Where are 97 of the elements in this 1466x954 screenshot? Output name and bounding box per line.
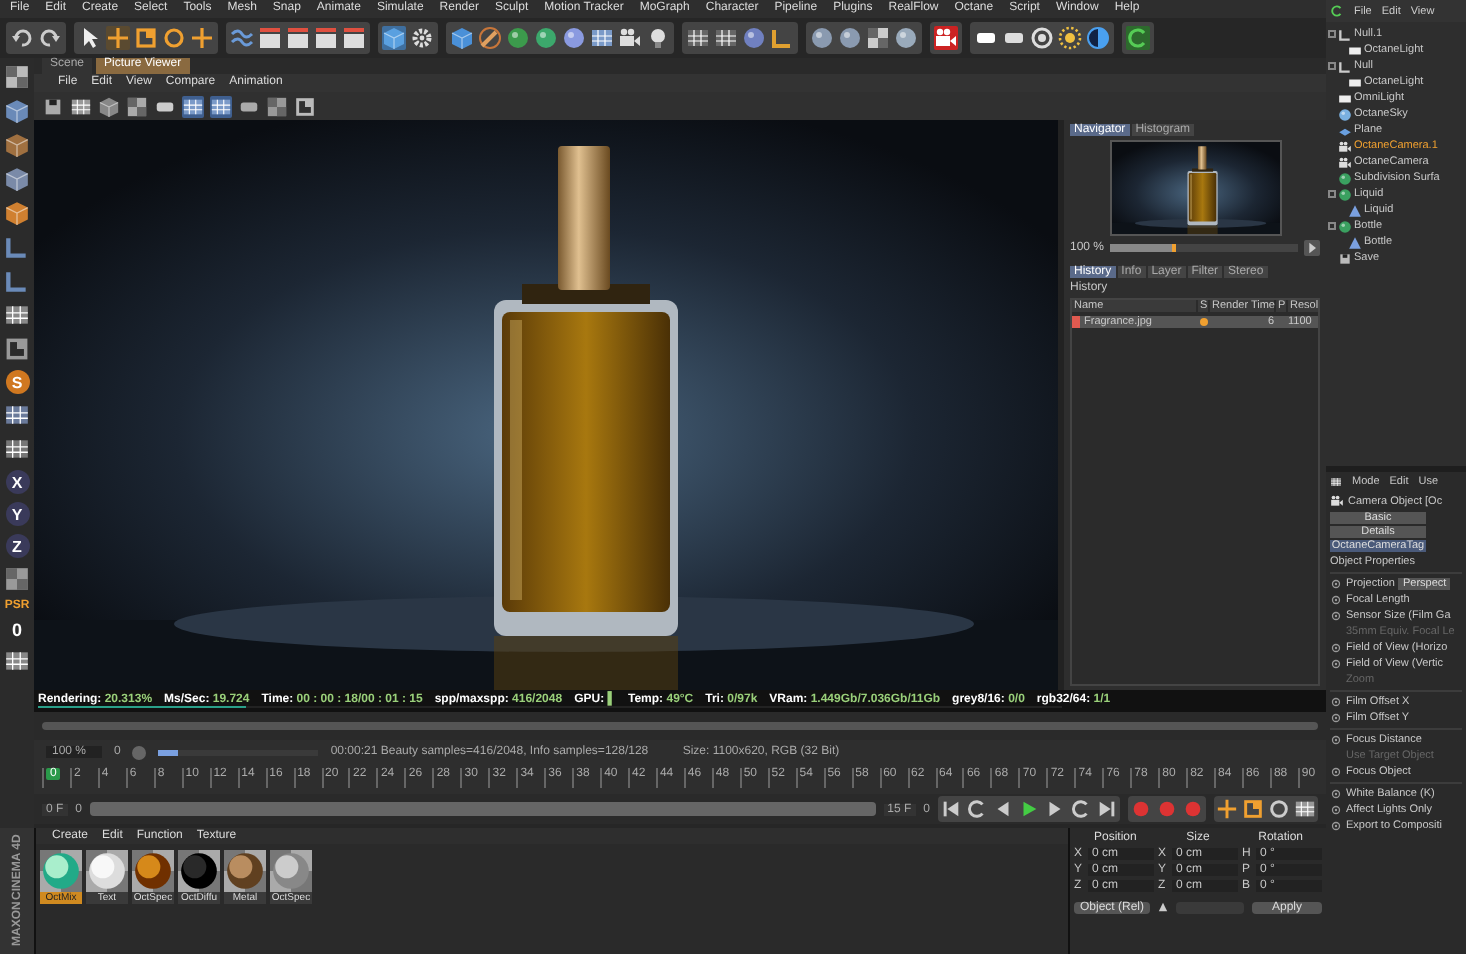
loop-icon[interactable]: [1070, 798, 1092, 820]
grid-icon[interactable]: [4, 648, 30, 674]
pyramid-icon[interactable]: [1348, 203, 1362, 217]
scale-icon[interactable]: [1242, 798, 1264, 820]
refresh-icon[interactable]: [1126, 26, 1150, 50]
skip-end-icon[interactable]: [1096, 798, 1118, 820]
null-icon[interactable]: [1338, 27, 1352, 41]
sphere-icon[interactable]: [1338, 219, 1352, 233]
material-ball-icon: [40, 850, 82, 892]
axis-button[interactable]: X: [5, 470, 29, 494]
grid-icon[interactable]: [590, 26, 614, 50]
half-circle-icon[interactable]: [1086, 26, 1110, 50]
grid-icon[interactable]: [210, 95, 232, 117]
pyramid-icon[interactable]: [1348, 235, 1362, 249]
move-icon[interactable]: [1216, 798, 1238, 820]
cube-icon[interactable]: [4, 132, 30, 158]
sphere-icon[interactable]: [838, 26, 862, 50]
checker-icon[interactable]: [866, 26, 890, 50]
frame-slider[interactable]: [158, 749, 178, 755]
grid-icon[interactable]: [686, 26, 710, 50]
grid-icon[interactable]: [4, 302, 30, 328]
pointer-icon[interactable]: [78, 26, 102, 50]
material-ball-icon: [270, 850, 312, 892]
grid-icon[interactable]: [1330, 476, 1342, 488]
step-forward-icon[interactable]: [1044, 798, 1066, 820]
sun-icon[interactable]: [1058, 26, 1082, 50]
save-icon[interactable]: [42, 95, 64, 117]
clapperboard-icon[interactable]: [342, 26, 366, 50]
cube-icon[interactable]: [4, 98, 30, 124]
axis-button[interactable]: Z: [5, 534, 29, 558]
cube-icon[interactable]: [450, 26, 474, 50]
axis-button[interactable]: Y: [5, 502, 29, 526]
loop-icon[interactable]: [966, 798, 988, 820]
cube-icon[interactable]: [98, 95, 120, 117]
camera-icon[interactable]: [618, 26, 642, 50]
rotate-icon[interactable]: [162, 26, 186, 50]
checker-icon[interactable]: [4, 64, 30, 90]
grid-icon[interactable]: [70, 95, 92, 117]
psr-value: 0: [11, 620, 22, 640]
material-ball-icon: [132, 850, 174, 892]
arrow-right-icon[interactable]: [1304, 240, 1320, 256]
skip-start-icon[interactable]: [940, 798, 962, 820]
sphere-icon[interactable]: [506, 26, 530, 50]
plus-icon[interactable]: [190, 26, 214, 50]
scale-icon[interactable]: [134, 26, 158, 50]
play-icon[interactable]: [1018, 798, 1040, 820]
sphere-icon[interactable]: [534, 26, 558, 50]
camera-icon[interactable]: [1338, 155, 1352, 169]
grid-icon[interactable]: [182, 95, 204, 117]
round-button[interactable]: [132, 745, 147, 759]
lshape-icon[interactable]: [4, 234, 30, 260]
sphere-icon[interactable]: [810, 26, 834, 50]
checker-icon[interactable]: [4, 566, 30, 592]
material-ball-icon: [86, 850, 128, 892]
plane-icon[interactable]: [1338, 123, 1352, 137]
gear-icon[interactable]: [410, 26, 434, 50]
grid-icon[interactable]: [4, 436, 30, 462]
camera-icon: [1330, 494, 1344, 508]
sphere-icon[interactable]: [1338, 107, 1352, 121]
caret-icon: [1158, 902, 1169, 912]
cube-icon[interactable]: [4, 166, 30, 192]
scrollbar[interactable]: [42, 722, 1318, 730]
step-back-icon[interactable]: [992, 798, 1014, 820]
redo-icon[interactable]: [38, 26, 62, 50]
ring-icon[interactable]: [1030, 26, 1054, 50]
clapperboard-icon[interactable]: [286, 26, 310, 50]
light-icon[interactable]: [1348, 75, 1362, 89]
save-icon[interactable]: [1338, 251, 1352, 265]
zoom-slider[interactable]: [1110, 244, 1176, 252]
undo-icon[interactable]: [10, 26, 34, 50]
checker-icon[interactable]: [266, 95, 288, 117]
range-slider[interactable]: [90, 802, 876, 816]
checker-icon[interactable]: [126, 95, 148, 117]
lshape-icon[interactable]: [4, 268, 30, 294]
rotate-icon[interactable]: [1268, 798, 1290, 820]
refresh-icon[interactable]: [1330, 4, 1344, 18]
sphere-icon[interactable]: [742, 26, 766, 50]
move-icon[interactable]: [106, 26, 130, 50]
sphere-icon[interactable]: [894, 26, 918, 50]
material-ball-icon: [224, 850, 266, 892]
wave-icon[interactable]: [230, 26, 254, 50]
pen-icon[interactable]: [478, 26, 502, 50]
light-icon[interactable]: [1338, 91, 1352, 105]
camera-icon[interactable]: [934, 26, 958, 50]
sphere-icon[interactable]: [562, 26, 586, 50]
lshape-icon[interactable]: [770, 26, 794, 50]
material-ball-icon: [178, 850, 220, 892]
clapperboard-icon[interactable]: [314, 26, 338, 50]
grid-icon[interactable]: [4, 402, 30, 428]
camera-icon[interactable]: [1338, 139, 1352, 153]
grid-icon[interactable]: [714, 26, 738, 50]
cube-icon[interactable]: [4, 200, 30, 226]
null-icon[interactable]: [1338, 59, 1352, 73]
clapperboard-icon[interactable]: [258, 26, 282, 50]
light-icon[interactable]: [1348, 43, 1362, 57]
grid-icon[interactable]: [1294, 798, 1316, 820]
bulb-icon[interactable]: [646, 26, 670, 50]
